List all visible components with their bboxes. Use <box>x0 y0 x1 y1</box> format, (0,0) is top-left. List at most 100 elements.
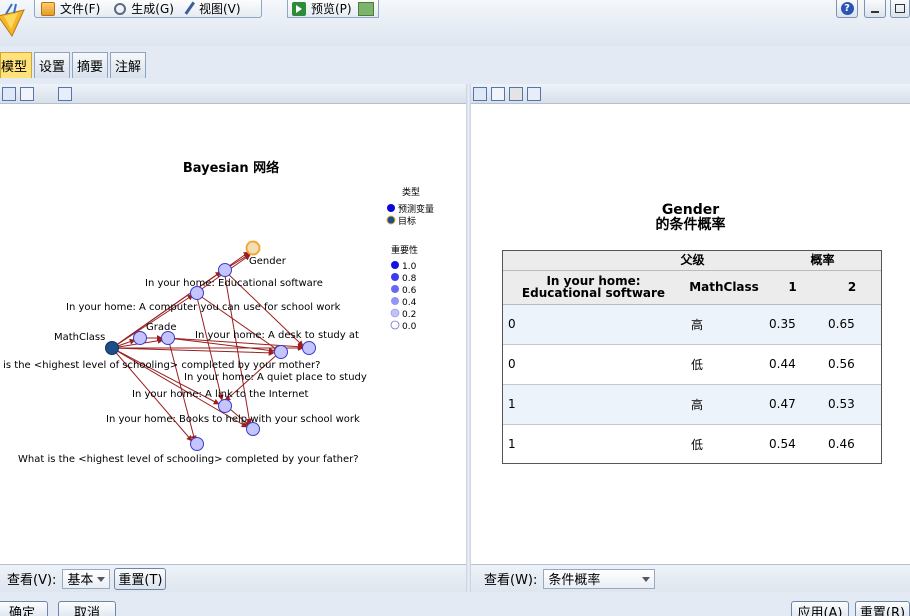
ok-button[interactable]: 确定 <box>0 601 48 616</box>
cell: 1 <box>502 423 685 464</box>
export-icon[interactable] <box>357 1 374 16</box>
node-internet[interactable] <box>218 399 232 413</box>
dialog-footer: 确定 取消 应用(A) 重置(R) <box>0 592 910 616</box>
cell: 0 <box>502 303 685 344</box>
cell: 0.46 <box>822 423 882 464</box>
maximize-button[interactable] <box>890 0 910 18</box>
right-toolbar <box>471 84 910 104</box>
node-desk[interactable] <box>302 341 316 355</box>
legend-imp-label: 0.0 <box>402 322 417 332</box>
menu-generate[interactable]: 生成(G) <box>114 0 174 17</box>
network-legend: 类型 预测变量 目标 重要性 1.0 0.8 0.6 0.4 0.2 0.0 <box>386 186 434 332</box>
left-bottom-bar: 查看(V): 基本 重置(T) <box>0 564 466 592</box>
table-row: 0 低 0.44 0.56 <box>502 343 882 384</box>
network-graph: Bayesian 网络 Gender In your home: Educati… <box>0 160 434 465</box>
node-mother[interactable] <box>274 345 288 359</box>
tab-bar: 模型 设置 摘要 注解 <box>0 52 148 78</box>
menu-view[interactable]: 视图(V) <box>184 0 241 17</box>
menu-bar: 文件(F) 生成(G) 视图(V) 预览(P) ? <box>0 0 910 46</box>
legend-predictor: 预测变量 <box>398 203 434 215</box>
prob-subtitle: 的条件概率 <box>655 217 726 233</box>
parents-header: 父级 <box>502 250 763 271</box>
legend-imp-swatch <box>391 285 399 293</box>
copy-data-icon[interactable] <box>20 86 34 101</box>
legend-imp-label: 0.4 <box>402 298 417 308</box>
col-1: 1 <box>763 270 822 305</box>
preview-group: 预览(P) <box>287 0 379 18</box>
legend-imp-label: 1.0 <box>402 262 417 272</box>
legend-imp-swatch <box>391 273 399 281</box>
node-edu-software[interactable] <box>218 263 232 277</box>
cell: 0.54 <box>763 423 822 464</box>
label-internet: In your home: A link to the Internet <box>132 389 309 400</box>
minimize-icon <box>871 10 879 13</box>
node-gender[interactable] <box>245 240 261 256</box>
maximize-icon <box>895 4 905 13</box>
legend-type-title: 类型 <box>402 186 420 198</box>
preview-icon <box>292 1 306 16</box>
layout-icon[interactable] <box>58 86 72 101</box>
cell: 0.44 <box>763 343 822 384</box>
tab-annotation[interactable]: 注解 <box>110 52 147 78</box>
copy-chart-icon[interactable] <box>2 86 16 101</box>
cell: 0 <box>502 343 685 384</box>
tab-model[interactable]: 模型 <box>0 52 33 78</box>
table-header-row: 父级 概率 <box>502 250 882 271</box>
minimize-button[interactable] <box>864 0 886 18</box>
probability-panel: Gender 的条件概率 父级 概率 In your home: Educati… <box>471 104 910 564</box>
view-select[interactable]: 基本 <box>62 568 111 589</box>
file-icon <box>41 1 55 16</box>
legend-target: 目标 <box>398 215 416 227</box>
legend-imp-label: 0.6 <box>402 286 417 296</box>
col-mathclass: MathClass <box>685 270 763 305</box>
cell: 1 <box>502 383 685 424</box>
generate-icon <box>114 2 127 15</box>
table-row: 0 高 0.35 0.65 <box>502 303 882 344</box>
legend-imp-swatch <box>390 308 400 318</box>
app-logo-icon <box>0 3 25 37</box>
print-icon[interactable] <box>509 86 523 101</box>
node-grade[interactable] <box>133 331 147 345</box>
node-mathclass[interactable] <box>105 341 119 355</box>
table-row: 1 低 0.54 0.46 <box>502 423 882 464</box>
label-mother: t is the <highest level of schooling> co… <box>0 360 320 371</box>
cell: 0.47 <box>763 383 822 424</box>
table-row: 1 高 0.47 0.53 <box>502 383 882 424</box>
tab-settings[interactable]: 设置 <box>34 52 71 78</box>
reset-view-button[interactable]: 重置(T) <box>114 567 167 590</box>
cell: 低 <box>685 343 763 384</box>
label-desk: In your home: A desk to study at <box>195 330 359 341</box>
help-button[interactable]: ? <box>836 0 858 18</box>
right-bottom-bar: 查看(W): 条件概率 <box>471 564 910 592</box>
network-panel: Bayesian 网络 Gender In your home: Educati… <box>0 104 466 564</box>
cell: 高 <box>685 303 763 344</box>
cancel-button[interactable]: 取消 <box>58 601 116 616</box>
node-father[interactable] <box>190 437 204 451</box>
reset-button[interactable]: 重置(R) <box>855 601 910 616</box>
left-toolbar <box>0 84 466 104</box>
legend-predictor-swatch <box>387 204 395 212</box>
label-computer: In your home: A computer you can use for… <box>66 302 341 313</box>
view-select[interactable]: 条件概率 <box>543 568 656 589</box>
label-grade: Grade <box>146 322 177 333</box>
help-icon: ? <box>840 2 854 15</box>
view-label: 查看(W): <box>484 573 538 588</box>
copy-data-icon[interactable] <box>491 86 505 101</box>
label-quiet: In your home: A quiet place to study <box>184 372 367 383</box>
legend-target-swatch <box>386 215 396 225</box>
cell: 0.56 <box>822 343 882 384</box>
node-desk-a[interactable] <box>161 331 175 345</box>
network-title: Bayesian 网络 <box>183 160 279 176</box>
layout-icon[interactable] <box>527 86 541 101</box>
tab-summary[interactable]: 摘要 <box>72 52 109 78</box>
apply-button[interactable]: 应用(A) <box>791 601 849 616</box>
legend-imp-label: 0.2 <box>402 310 416 320</box>
legend-importance-title: 重要性 <box>391 244 418 256</box>
cell: 0.53 <box>822 383 882 424</box>
menu-preview[interactable]: 预览(P) <box>292 0 352 17</box>
menu-file[interactable]: 文件(F) <box>41 0 100 17</box>
label-mathclass: MathClass <box>54 332 105 343</box>
probability-table: 父级 概率 In your home: Educational software… <box>502 250 882 464</box>
label-books: In your home: Books to help with your sc… <box>106 414 360 425</box>
copy-chart-icon[interactable] <box>473 86 487 101</box>
